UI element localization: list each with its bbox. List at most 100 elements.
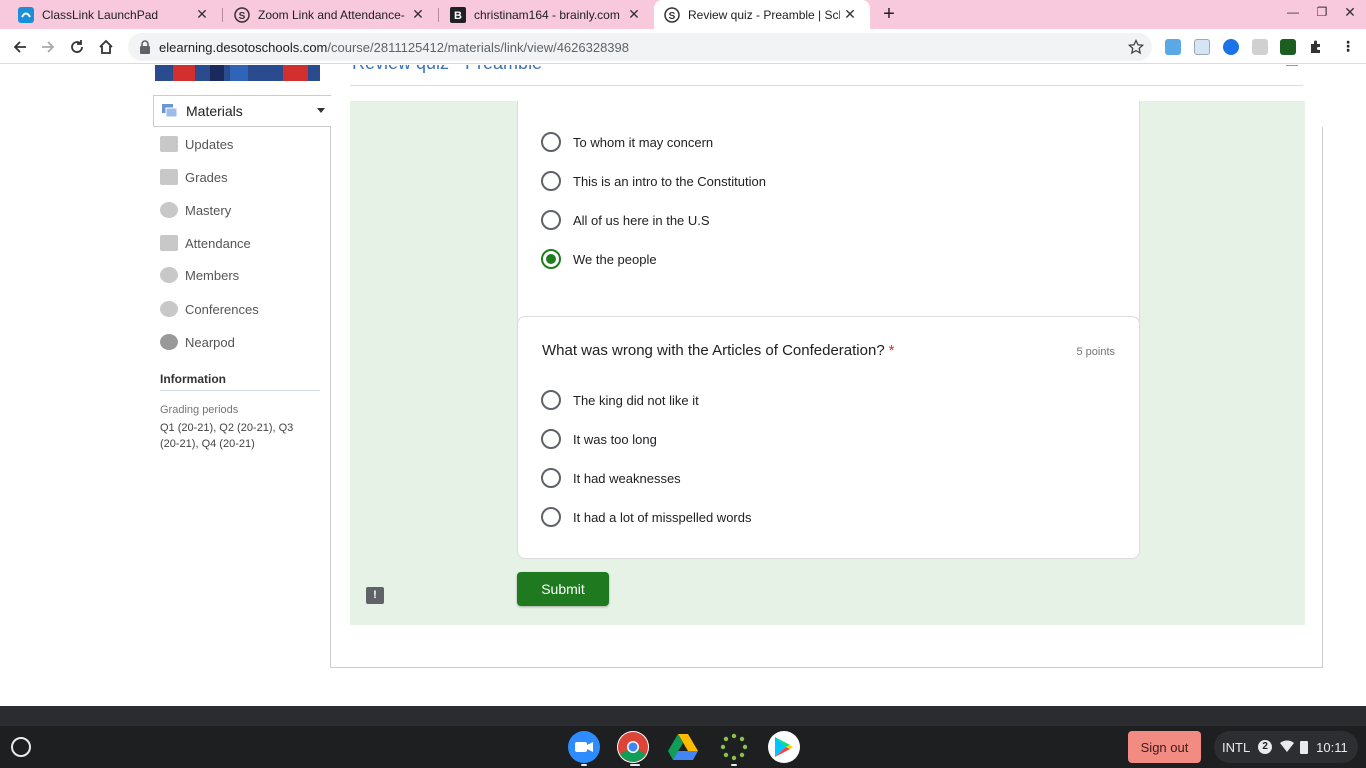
submit-button[interactable]: Submit [517,572,609,606]
screen-extension-icon[interactable] [1252,39,1268,55]
back-button[interactable] [9,36,31,58]
radio-button[interactable] [541,507,561,527]
answer-option[interactable]: The king did not like it [541,390,699,410]
answer-option[interactable]: All of us here in the U.S [541,210,710,230]
close-window-icon[interactable]: ✕ [1340,4,1360,21]
home-icon [99,39,113,54]
answer-option[interactable]: It had weaknesses [541,468,681,488]
chrome-app-icon[interactable] [617,731,649,763]
wifi-icon [1280,739,1295,755]
cloud-extension-icon[interactable] [1165,39,1181,55]
schoology-icon: S [234,6,250,23]
radio-button[interactable] [541,468,561,488]
radio-button[interactable] [541,429,561,449]
qr-extension-icon[interactable] [1280,39,1296,55]
feedback-icon[interactable]: ! [366,587,384,604]
radio-button[interactable] [541,210,561,230]
loading-app-icon[interactable] [718,731,750,763]
tab-brainly[interactable]: B christinam164 - brainly.com ✕ [432,0,654,29]
conferences-icon [160,301,178,317]
reader-extension-icon[interactable] [1194,39,1210,55]
close-icon[interactable]: ✕ [840,6,860,23]
new-tab-button[interactable]: + [879,3,899,25]
tab-title: ClassLink LaunchPad [42,7,159,22]
address-bar[interactable]: elearning.desotoschools.com/course/28111… [128,33,1152,61]
page-viewport: Review quiz - Preamble Materials Updates… [0,65,1366,706]
answer-option[interactable]: We the people [541,249,657,269]
title-options-icon[interactable] [1286,65,1298,66]
tab-zoom-link[interactable]: S Zoom Link and Attendance- 10:1 ✕ [216,0,438,29]
sidebar-item-attendance[interactable]: Attendance [160,233,251,253]
sidebar-item-updates[interactable]: Updates [160,134,233,154]
zoom-app-icon[interactable] [568,731,600,763]
question-card: What was wrong with the Articles of Conf… [517,316,1140,559]
sidebar-item-members[interactable]: Members [160,265,239,285]
sign-out-button[interactable]: Sign out [1128,731,1201,763]
members-icon [160,267,178,283]
reload-icon [71,40,83,53]
forward-button[interactable] [37,36,59,58]
extensions-puzzle-icon[interactable] [1308,39,1324,55]
answer-option[interactable]: To whom it may concern [541,132,713,152]
bookmark-star-icon[interactable] [1127,38,1145,58]
sidebar-item-label: Materials [186,103,243,119]
option-label: It had a lot of misspelled words [573,509,752,525]
sidebar-item-conferences[interactable]: Conferences [160,299,259,319]
tab-title: Zoom Link and Attendance- 10:1 [258,7,408,22]
page-title: Review quiz - Preamble [352,65,542,74]
brainly-icon: B [450,6,466,23]
shield-extension-icon[interactable] [1223,39,1239,55]
answer-option[interactable]: It was too long [541,429,657,449]
course-banner-image [155,65,320,81]
svg-text:B: B [454,10,462,22]
sidebar-item-label: Nearpod [185,334,235,350]
tab-review-quiz[interactable]: S Review quiz - Preamble | Schoolo ✕ [654,0,870,29]
radio-button[interactable] [541,390,561,410]
chevron-down-icon [317,108,325,113]
answer-option[interactable]: It had a lot of misspelled words [541,507,751,527]
radio-button-selected[interactable] [541,249,561,269]
running-indicator [731,764,737,766]
question-title: What was wrong with the Articles of Conf… [542,342,895,359]
launcher-icon[interactable] [11,737,31,757]
status-tray[interactable]: INTL 2 10:11 [1214,731,1358,763]
sidebar-item-mastery[interactable]: Mastery [160,200,231,220]
grading-periods-value: Q1 (20-21), Q2 (20-21), Q3 (20-21), Q4 (… [160,422,294,450]
radio-button[interactable] [541,171,561,191]
svg-text:S: S [669,11,676,22]
running-indicator [581,764,587,766]
grading-periods-label: Grading periods [160,404,239,416]
back-arrow-icon [13,41,26,53]
sidebar-item-label: Grades [185,169,228,185]
play-store-icon[interactable] [768,731,800,763]
option-label: It was too long [573,431,657,447]
answer-option[interactable]: This is an intro to the Constitution [541,171,766,191]
sidebar-item-grades[interactable]: Grades [160,167,228,187]
reload-button[interactable] [66,36,88,58]
question-card: To whom it may concern This is an intro … [517,101,1140,338]
google-drive-icon[interactable] [667,731,699,763]
materials-icon [162,104,178,118]
sidebar-item-materials[interactable]: Materials [153,95,331,127]
tab-classlink[interactable]: ClassLink LaunchPad ✕ [0,0,222,29]
browser-menu-icon[interactable]: ⋮ [1340,39,1356,55]
information-heading: Information [160,372,226,386]
option-label: To whom it may concern [573,134,714,150]
close-icon[interactable]: ✕ [408,6,428,23]
url-path: /course/2811125412/materials/link/view/4… [327,39,629,55]
nearpod-icon [160,334,178,350]
radio-button[interactable] [541,132,561,152]
close-icon[interactable]: ✕ [624,6,644,23]
running-indicator [630,764,640,766]
svg-text:S: S [239,11,246,22]
sidebar-item-label: Updates [185,136,234,152]
updates-icon [160,136,178,152]
option-label: It had weaknesses [573,470,681,486]
home-button[interactable] [95,36,117,58]
sidebar-item-nearpod[interactable]: Nearpod [160,332,235,352]
close-icon[interactable]: ✕ [192,6,212,23]
minimize-icon[interactable]: — [1283,5,1303,19]
restore-icon[interactable]: ❐ [1312,5,1332,19]
tab-strip: ClassLink LaunchPad ✕ S Zoom Link and At… [0,0,1366,29]
mastery-icon [160,202,178,218]
